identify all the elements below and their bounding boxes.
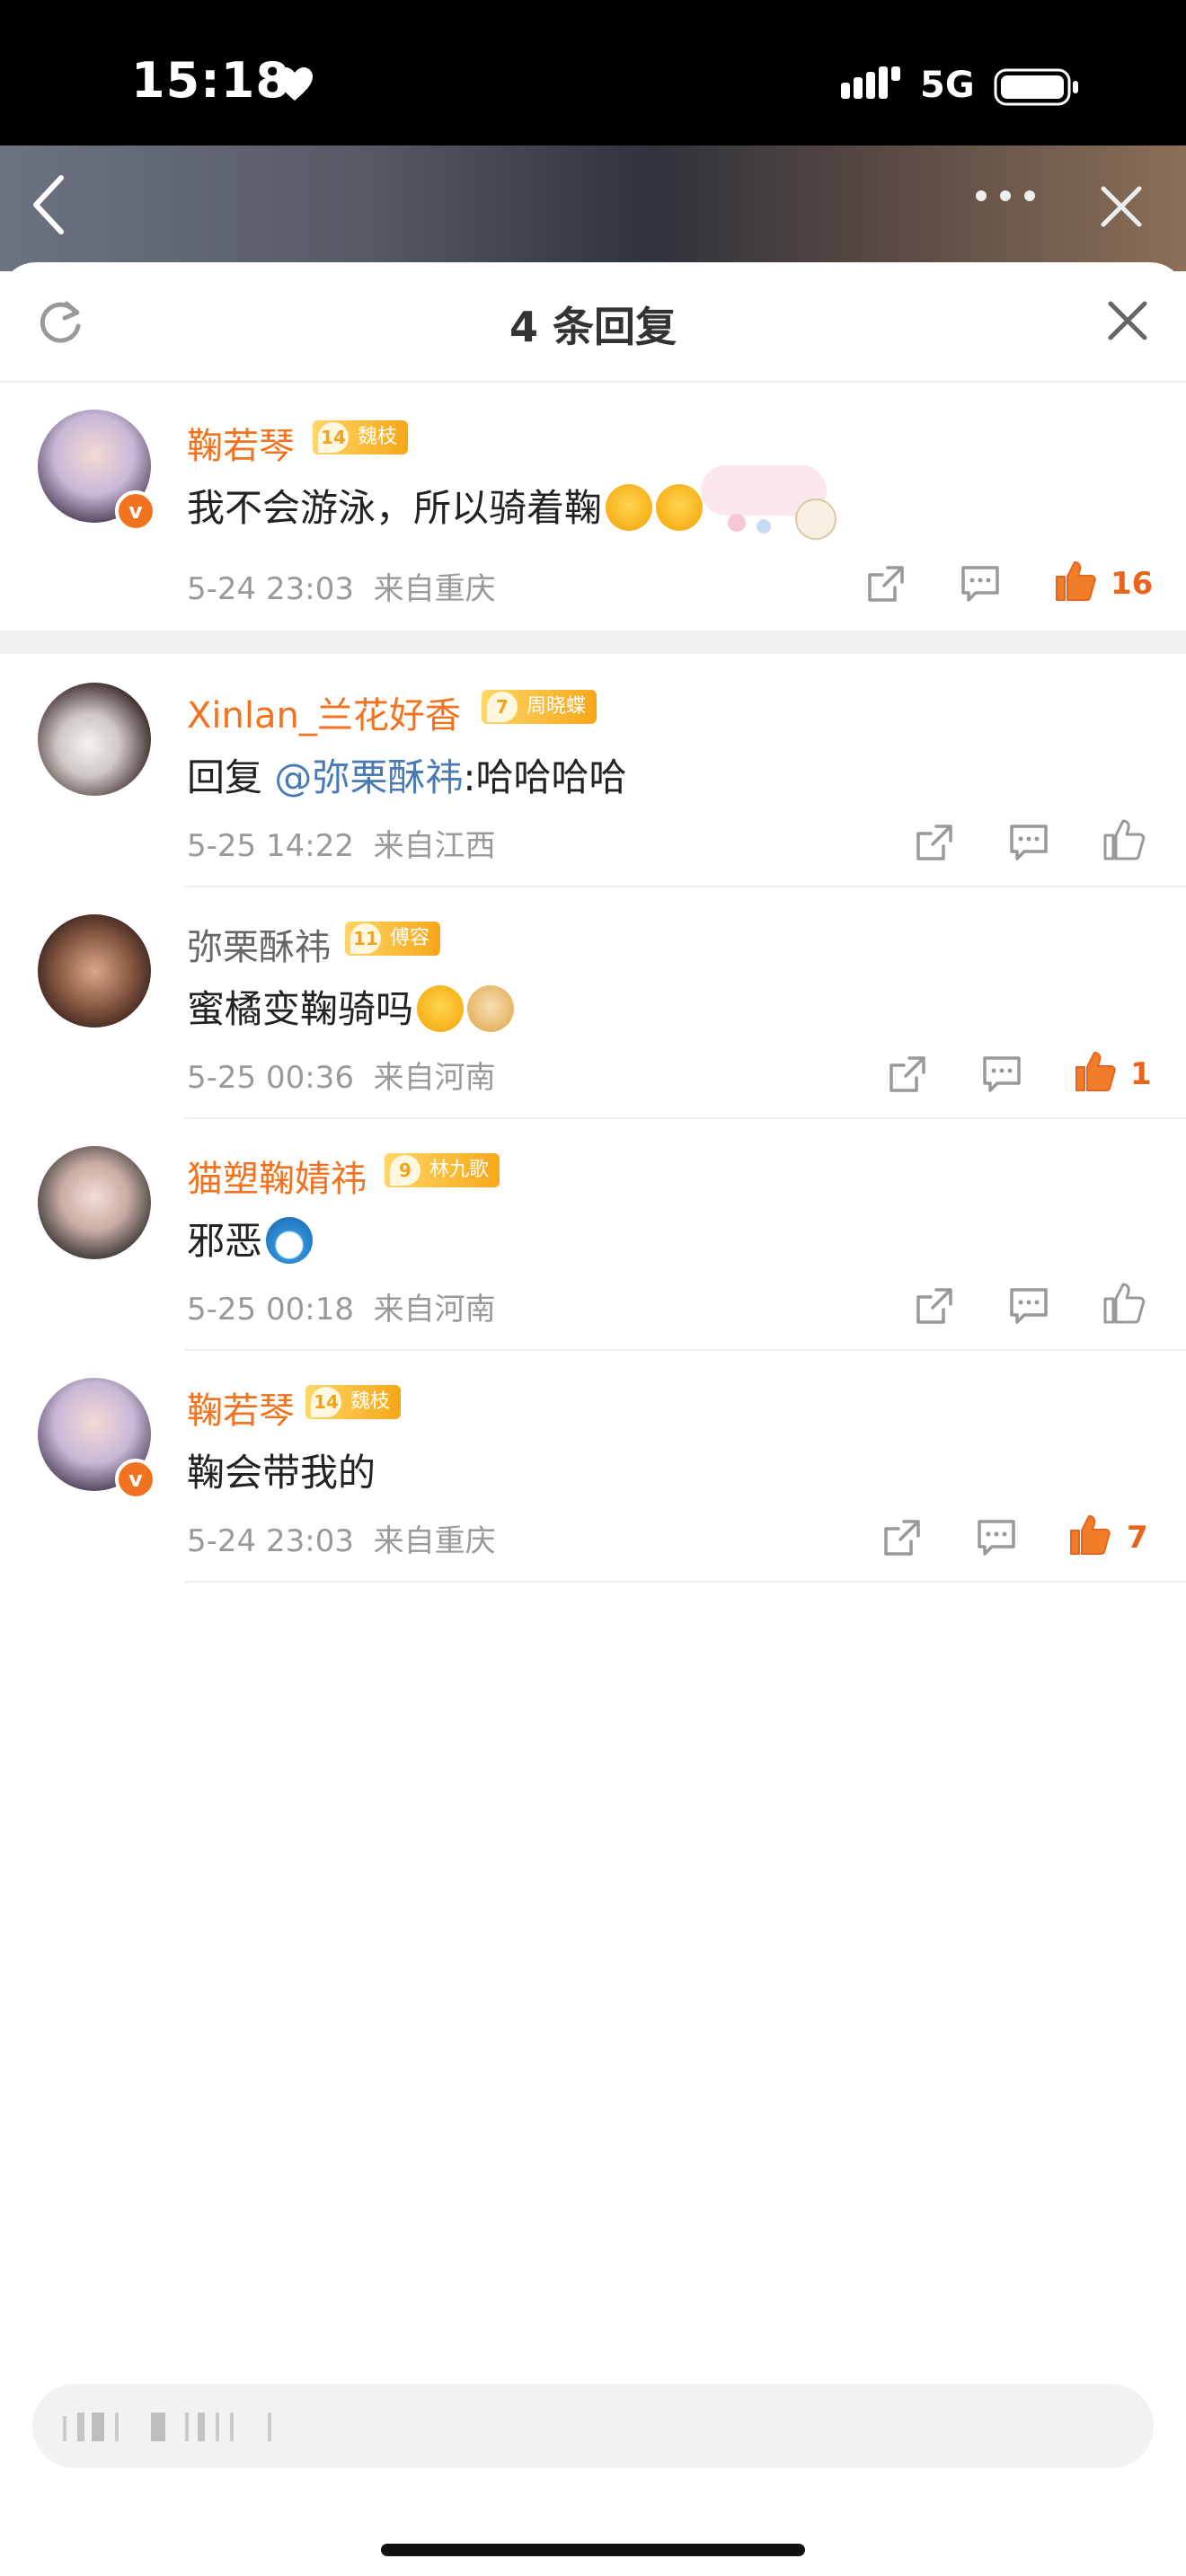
avatar[interactable] [38,914,151,1028]
row-divider [185,886,1186,887]
heart-icon [277,67,313,101]
comment-meta: 5-25 00:36 来自河南 [187,1053,496,1097]
level-number: 9 [390,1155,420,1186]
row-divider [185,1581,1186,1583]
comment-location: 来自重庆 [373,1523,496,1559]
comment-time: 5-24 23:03 [187,571,354,607]
network-type: 5G [920,65,975,106]
replies-sheet: 4 条回复 [0,262,1186,2576]
comment-meta: 5-24 23:03 来自重庆 [187,1516,496,1560]
share-icon[interactable] [915,823,954,862]
comment-body: 我不会游泳，所以骑着鞠 [187,486,603,530]
sheet-header: 4 条回复 [0,262,1186,383]
badge-name: 林九歌 [429,1159,490,1181]
comment-time: 5-25 00:18 [187,1292,354,1328]
battery-icon [994,68,1078,106]
like-icon[interactable] [1102,1281,1146,1326]
like-count: 7 [1127,1520,1148,1556]
reply-prefix: 回复 [187,755,263,799]
status-bar: 15:18 5G [0,0,1186,146]
level-number: 14 [318,422,349,453]
mention-link[interactable]: @弥栗酥祎 [274,755,463,799]
row-divider [185,1117,1186,1119]
thinking-emoji-icon [417,984,465,1032]
like-count: 1 [1130,1056,1152,1092]
comment-text: 蜜橘变鞠骑吗 [187,979,515,1036]
signal-icon [841,66,900,99]
blush-emoji-icon [656,483,704,531]
like-count: 16 [1111,566,1154,602]
like-icon[interactable] [1067,1513,1112,1557]
fan-badge: 14 魏枝 [305,1385,402,1419]
nav-bar-background [0,146,1186,271]
comment-text: 邪恶 [187,1211,314,1267]
comment-icon[interactable] [960,564,1001,604]
comment-location: 来自河南 [373,1060,496,1096]
share-icon[interactable] [915,1286,954,1326]
comment-time: 5-25 00:36 [187,1060,354,1096]
doraemon-emoji-icon [266,1216,314,1264]
comment-icon[interactable] [1008,1286,1049,1326]
badge-name: 傅容 [390,927,430,949]
username[interactable]: 猫塑鞠婧祎 [187,1150,367,1202]
fan-badge: 11 傅容 [345,922,441,956]
fan-badge: 7 周晓蝶 [482,690,597,724]
comment-location: 来自江西 [373,828,496,864]
username[interactable]: 弥栗酥祎 [187,918,331,970]
more-icon[interactable] [974,187,1037,205]
verified-badge: v [115,490,156,532]
level-number: 11 [350,923,381,954]
badge-name: 魏枝 [358,426,398,448]
share-icon[interactable] [866,564,906,604]
comment-time: 5-25 14:22 [187,828,354,864]
comment-meta: 5-25 14:22 来自江西 [187,821,496,865]
verified-badge: v [115,1459,156,1500]
section-divider [0,631,1186,654]
share-icon[interactable] [888,1054,927,1094]
comment-icon[interactable] [981,1054,1022,1094]
comment-body: 鞠会带我的 [187,1451,376,1495]
input-placeholder-graphic [63,2413,271,2441]
comment-body: 蜜橘变鞠骑吗 [187,987,414,1031]
level-number: 14 [311,1387,341,1417]
avatar[interactable] [38,1146,151,1259]
comment-icon[interactable] [1008,823,1049,862]
username[interactable]: Xinlan_兰花好香 [187,686,461,738]
comment-body: 邪恶 [187,1219,263,1263]
comment-location: 来自重庆 [373,571,496,607]
like-icon[interactable] [1102,817,1146,862]
comment-icon[interactable] [976,1518,1017,1557]
row-divider [185,1349,1186,1351]
sheet-title: 4 条回复 [509,303,677,351]
home-indicator [381,2544,805,2556]
comment-body: :哈哈哈哈 [463,755,627,799]
comment-time: 5-24 23:03 [187,1523,354,1559]
comment-meta: 5-24 23:03 来自重庆 [187,564,496,608]
blush-emoji-icon [606,483,653,531]
comment-location: 来自河南 [373,1292,496,1328]
fan-badge: 14 魏枝 [313,420,409,454]
like-icon[interactable] [1053,559,1098,604]
badge-name: 魏枝 [350,1390,391,1413]
close-page-icon[interactable] [1098,183,1145,230]
username[interactable]: 鞠若琴 [187,1381,295,1434]
status-time: 15:18 [131,52,290,109]
comment-text: 鞠会带我的 [187,1442,376,1497]
avatar[interactable] [38,683,151,796]
fan-badge: 9 林九歌 [385,1153,500,1187]
comment-meta: 5-25 00:18 来自河南 [187,1284,496,1328]
comment-text: 我不会游泳，所以骑着鞠 [187,478,704,534]
level-number: 7 [487,692,518,722]
doge-emoji-icon [467,984,515,1032]
like-icon[interactable] [1073,1049,1118,1094]
back-icon[interactable] [25,171,70,239]
close-icon[interactable] [1107,300,1148,341]
share-icon[interactable] [882,1518,922,1557]
username[interactable]: 鞠若琴 [187,417,295,469]
badge-name: 周晓蝶 [527,695,587,718]
comment-text: 回复 @弥栗酥祎:哈哈哈哈 [187,747,627,802]
comment-sticker-decoration [701,465,836,540]
